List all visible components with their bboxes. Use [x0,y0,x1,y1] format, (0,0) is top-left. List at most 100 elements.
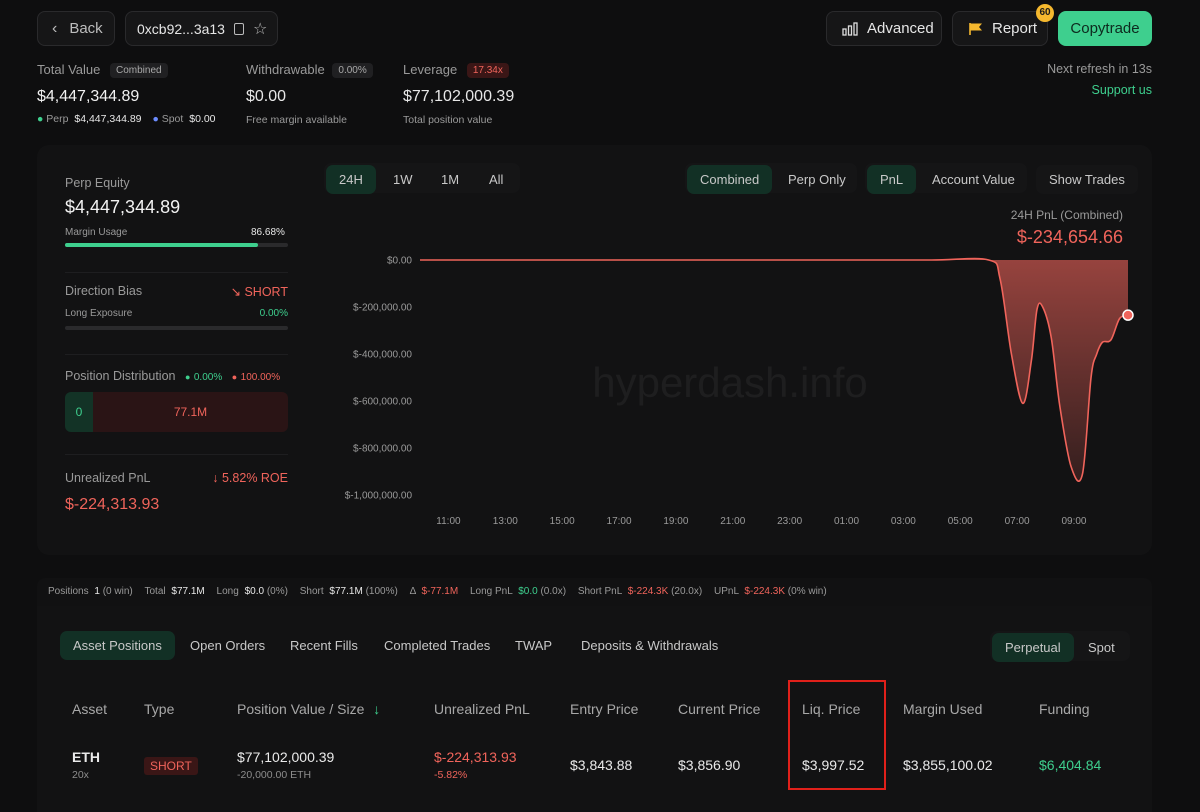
row-margin-used: $3,855,100.02 [903,757,993,773]
back-button[interactable]: ‹ Back [37,11,115,46]
tab-open-orders[interactable]: Open Orders [177,631,278,660]
long-exposure-label: Long Exposure [65,308,133,319]
direction-label: Direction Bias [65,284,143,298]
distribution-bar: 0 77.1M [65,392,288,432]
market-spot[interactable]: Spot [1075,633,1128,662]
support-link[interactable]: Support us [1092,83,1152,97]
leverage-label: Leverage [403,62,458,77]
advanced-button[interactable]: Advanced [826,11,942,46]
position-size: -20,000.00 ETH [237,769,312,781]
report-label: Report [992,20,1038,37]
liq-price-highlight [788,680,886,790]
total-value-block: Total Value Combined $4,447,344.89 ● Per… [37,62,216,126]
perp-equity-value: $4,447,344.89 [65,197,181,217]
tab-twap[interactable]: TWAP [502,631,565,660]
spot-label: Spot [161,113,184,126]
col-unrealized-pnl[interactable]: Unrealized PnL [434,701,530,717]
margin-usage-bar [65,243,288,247]
chevron-left-icon: ‹ [52,19,58,37]
x-tick-label: 21:00 [720,516,745,527]
mode-combined[interactable]: Combined [687,165,773,194]
stat-longpnl-value: $0.0 [518,586,538,597]
stat-short-value: $77.1M [329,586,363,597]
total-value-label: Total Value [37,62,101,77]
total-value: $4,447,344.89 [37,88,140,106]
tab-completed-trades[interactable]: Completed Trades [371,631,503,660]
dist-short-value: 77.1M [173,405,208,419]
y-tick-label: $-800,000.00 [353,444,412,455]
pnl-chart: hyperdash.info $0.00 $-200,000.00 $-400,00… [345,256,1134,527]
dist-short-pct: 100.00% [240,372,281,383]
metric-pnl[interactable]: PnL [867,165,917,194]
col-type[interactable]: Type [144,701,174,717]
bar-chart-icon [842,21,858,36]
col-position-value[interactable]: Position Value / Size ↓ [237,701,380,717]
tab-asset-positions[interactable]: Asset Positions [60,631,175,660]
row-position-value: $77,102,000.39 -20,000.00 ETH [237,749,334,781]
range-all[interactable]: All [476,165,516,194]
y-tick-label: $-400,000.00 [353,350,412,361]
stats-bar: Positions 1 (0 win) Total $77.1M Long $0… [37,578,1152,606]
stat-short-note: (100%) [365,586,398,597]
col-entry-price[interactable]: Entry Price [570,701,638,717]
col-margin-used[interactable]: Margin Used [903,701,982,717]
range-1w[interactable]: 1W [380,165,426,194]
stat-positions-label: Positions [48,586,89,597]
row-current-price: $3,856.90 [678,757,741,773]
distribution-label: Position Distribution [65,369,176,383]
margin-usage-fill [65,243,259,247]
col-current-price[interactable]: Current Price [678,701,760,717]
tab-recent-fills[interactable]: Recent Fills [277,631,371,660]
dist-long-pct: 0.00% [193,372,223,383]
stat-total-value: $77.1M [171,586,205,597]
withdrawable-block: Withdrawable 0.00% $0.00 Free margin ava… [246,62,373,126]
position-value: $77,102,000.39 [237,749,335,765]
report-button[interactable]: Report [952,11,1048,46]
x-tick-label: 13:00 [493,516,518,527]
perp-label: Perp [46,113,69,126]
chart-title: 24H PnL (Combined) [1010,208,1123,222]
withdrawable-sub: Free margin available [246,114,347,127]
copytrade-button[interactable]: Copytrade [1058,11,1152,46]
metric-account-value[interactable]: Account Value [919,165,1028,194]
x-tick-label: 19:00 [663,516,688,527]
long-exposure-value: 0.00% [259,308,288,319]
row-type-badge: SHORT [144,757,198,775]
report-badge: 60 [1036,4,1054,22]
back-label: Back [69,20,103,37]
x-tick-label: 03:00 [891,516,916,527]
leverage-block: Leverage 17.34x $77,102,000.39 Total pos… [403,62,514,126]
sort-down-icon: ↓ [373,701,381,717]
mode-perp-only[interactable]: Perp Only [775,165,859,194]
dist-short-seg: 77.1M [93,392,288,432]
x-tick-label: 17:00 [607,516,632,527]
flag-icon [969,22,982,35]
col-funding[interactable]: Funding [1039,701,1090,717]
dist-long-seg: 0 [65,392,93,432]
leverage-sub: Total position value [403,114,493,127]
copy-icon[interactable] [233,22,244,35]
advanced-label: Advanced [867,20,934,37]
pnl-last-point[interactable] [1122,309,1134,321]
stat-delta-label: Δ [409,586,416,597]
upnl-value: $-224,313.93 [65,496,160,513]
stat-shortpnl-value: $-224.3K [627,586,669,597]
stat-shortpnl-label: Short PnL [577,586,622,597]
x-tick-label: 09:00 [1061,516,1086,527]
address-box[interactable]: 0xcb92...3a13 ☆ [125,11,278,46]
stat-upnl-value: $-224.3K [744,586,786,597]
arrow-down-icon: ↓ [212,471,219,485]
stat-longpnl-note: (0.0x) [540,586,567,597]
range-1m[interactable]: 1M [428,165,472,194]
col-asset[interactable]: Asset [72,701,107,717]
market-perpetual[interactable]: Perpetual [992,633,1074,662]
range-24h[interactable]: 24H [326,165,376,194]
leverage-tag: 17.34x [466,63,509,79]
y-tick-label: $-1,000,000.00 [345,491,413,502]
show-trades-toggle[interactable]: Show Trades [1036,165,1138,194]
row-liq-price: $3,997.52 [802,757,865,773]
tab-deposits-withdrawals[interactable]: Deposits & Withdrawals [568,631,731,660]
row-asset[interactable]: ETH 20x [72,749,100,781]
asset-leverage: 20x [72,769,89,781]
star-icon[interactable]: ☆ [253,19,267,39]
